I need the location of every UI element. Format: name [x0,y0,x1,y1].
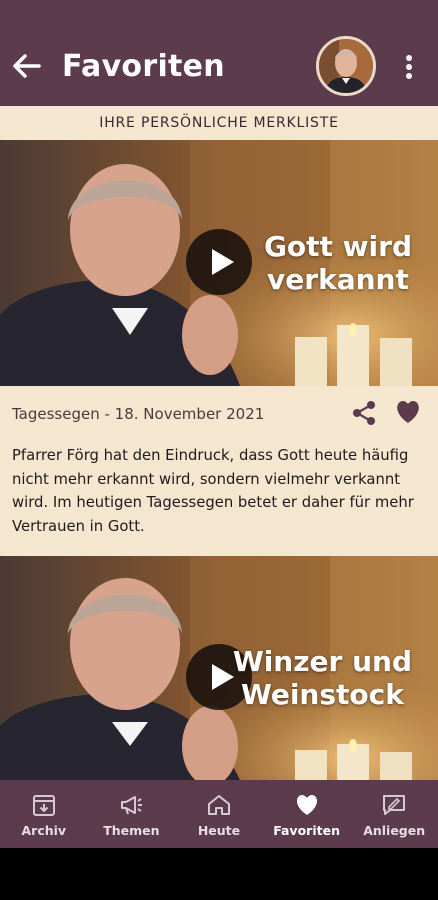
video-title: Gott wird verkannt [264,230,412,296]
nav-label: Heute [197,823,241,838]
card-meta: Tagessegen - 18. November 2021 [12,405,265,423]
play-icon [212,249,234,275]
bottom-navigation: Archiv Themen Heute Favoriten Anliegen [0,780,438,848]
more-options-button[interactable] [396,47,422,87]
video-title-line: Weinstock [240,678,404,711]
heart-icon [397,401,419,423]
heart-icon [296,795,317,815]
nav-label: Archiv [21,823,67,838]
nav-label: Themen [103,823,160,838]
megaphone-icon [121,796,143,815]
video-thumbnail[interactable]: Gott wird verkannt [0,140,438,386]
list-subheader: IHRE PERSÖNLICHE MERKLISTE [0,106,438,140]
favorite-button[interactable] [394,399,422,425]
video-title: Winzer und Weinstock [233,645,412,711]
arrow-left-icon [13,54,41,78]
video-title-line: verkannt [267,263,409,296]
share-icon [353,401,375,425]
video-title-line: Winzer und [232,645,412,678]
archive-icon [32,795,55,816]
nav-label: Anliegen [363,823,426,838]
avatar-image [319,39,373,93]
nav-item-themen[interactable]: Themen [88,780,176,848]
more-vertical-icon [406,55,412,79]
system-navigation-bar [0,848,438,900]
page-title: Favoriten [62,49,225,84]
video-thumbnail[interactable]: Winzer und Weinstock [0,556,438,780]
play-button[interactable] [186,229,252,295]
home-icon [207,795,230,815]
app-header: Favoriten [0,0,438,106]
nav-item-favoriten[interactable]: Favoriten [263,780,351,848]
share-button[interactable] [350,399,378,427]
profile-avatar[interactable] [316,36,376,96]
back-button[interactable] [8,47,46,85]
video-title-line: Gott wird [263,230,412,263]
nav-item-heute[interactable]: Heute [175,780,263,848]
message-edit-icon [383,795,406,815]
nav-item-archiv[interactable]: Archiv [0,780,88,848]
nav-item-anliegen[interactable]: Anliegen [350,780,438,848]
nav-label: Favoriten [273,823,340,838]
card-description: Pfarrer Förg hat den Eindruck, dass Gott… [12,447,414,535]
